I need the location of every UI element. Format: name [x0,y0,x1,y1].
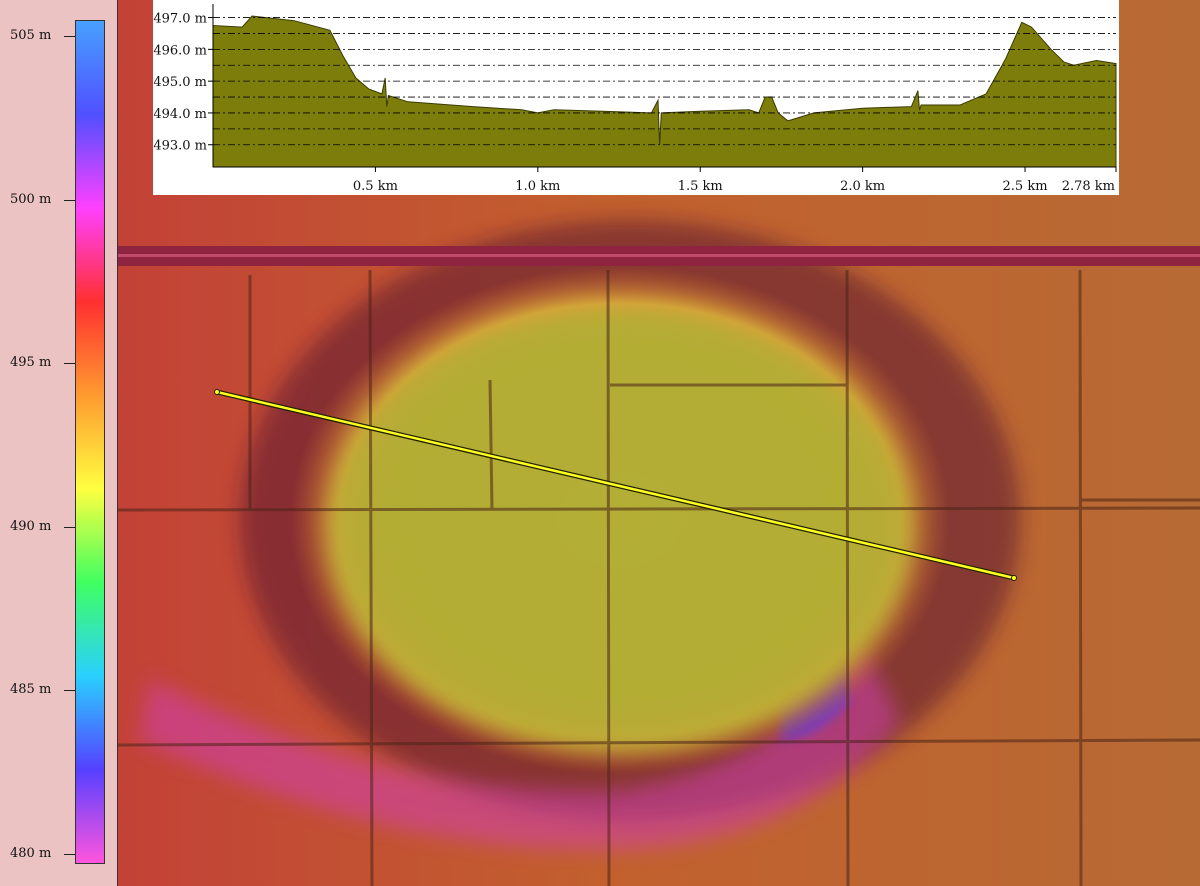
legend-tick [64,36,75,37]
legend-tick [64,854,75,855]
legend-label: 500 m [10,191,52,207]
legend-tick [64,199,75,201]
legend-label: 480 m [10,846,52,861]
profile-y-tick-label: 494.0 m [153,107,207,122]
profile-x-tick-label: 1.5 km [678,179,723,194]
legend-label: 505 m [10,28,52,43]
legend-label: 490 m [10,518,52,534]
profile-y-tick-label: 496.0 m [153,43,207,58]
legend-label: 485 m [10,682,52,698]
legend-tick [64,363,75,365]
elevation-profile-chart: 497.0 m 496.0 m 495.0 m 494.0 m 493.0 m 0.5 k… [153,0,1119,195]
transect-end-point[interactable] [1011,575,1017,581]
profile-x-tick-label: 0.5 km [353,179,398,194]
transect-start-point[interactable] [214,389,220,395]
profile-x-tick-label: 2.5 km [1003,179,1048,194]
profile-y-tick-label: 497.0 m [153,12,207,27]
profile-x-tick-label: 2.0 km [840,179,885,194]
elevation-legend: 505 m 500 m 495 m 490 m 485 m 480 m [0,0,118,886]
elevation-color-scale [75,20,105,864]
profile-x-tick-label: 1.0 km [515,179,560,194]
legend-tick [64,526,75,528]
legend-label: 495 m [10,355,52,371]
profile-x-tick-label: 2.78 km [1062,179,1115,194]
crater-floor-core [330,310,910,750]
profile-y-tick-label: 495.0 m [153,75,207,90]
legend-tick [64,690,75,692]
highway-lane [118,254,1200,257]
profile-y-tick-label: 493.0 m [153,139,207,154]
